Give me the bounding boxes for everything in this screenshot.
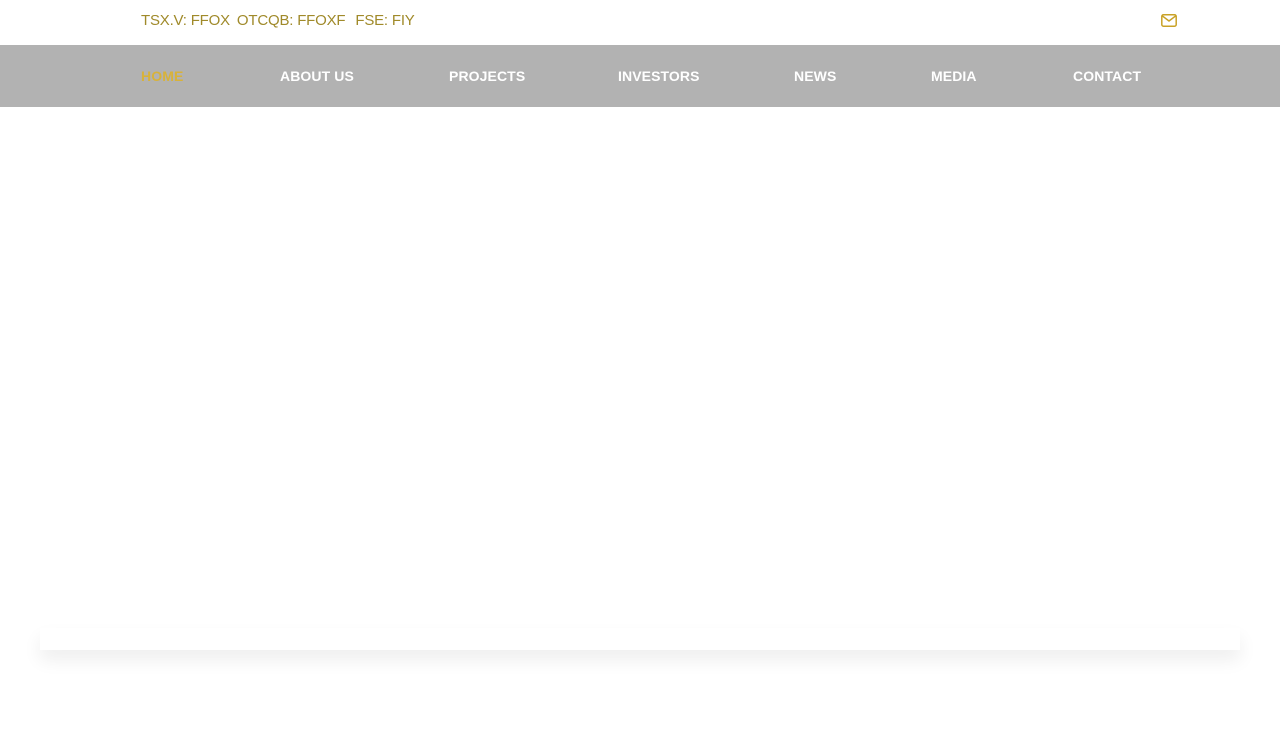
content-card xyxy=(40,628,1240,650)
ticker-fse: FSE: FIY xyxy=(355,12,415,29)
top-bar: TSX.V: FFOX OTCQB: FFOXF FSE: FIY xyxy=(0,0,1280,45)
nav-news[interactable]: NEWS xyxy=(794,68,836,84)
nav-projects[interactable]: PROJECTS xyxy=(449,68,525,84)
ticker-tsxv: TSX.V: FFOX xyxy=(141,12,230,29)
ticker-otcqb: OTCQB: FFOXF xyxy=(236,12,346,29)
nav-media[interactable]: MEDIA xyxy=(931,68,977,84)
main-nav: HOME ABOUT US PROJECTS INVESTORS NEWS ME… xyxy=(0,45,1280,107)
nav-contact[interactable]: CONTACT xyxy=(1073,68,1141,84)
nav-about-us[interactable]: ABOUT US xyxy=(280,68,354,84)
nav-investors[interactable]: INVESTORS xyxy=(618,68,700,84)
envelope-icon[interactable] xyxy=(1161,14,1177,27)
nav-home[interactable]: HOME xyxy=(141,68,183,84)
hero-area xyxy=(0,107,1280,647)
stock-tickers: TSX.V: FFOX OTCQB: FFOXF FSE: FIY xyxy=(141,12,415,29)
